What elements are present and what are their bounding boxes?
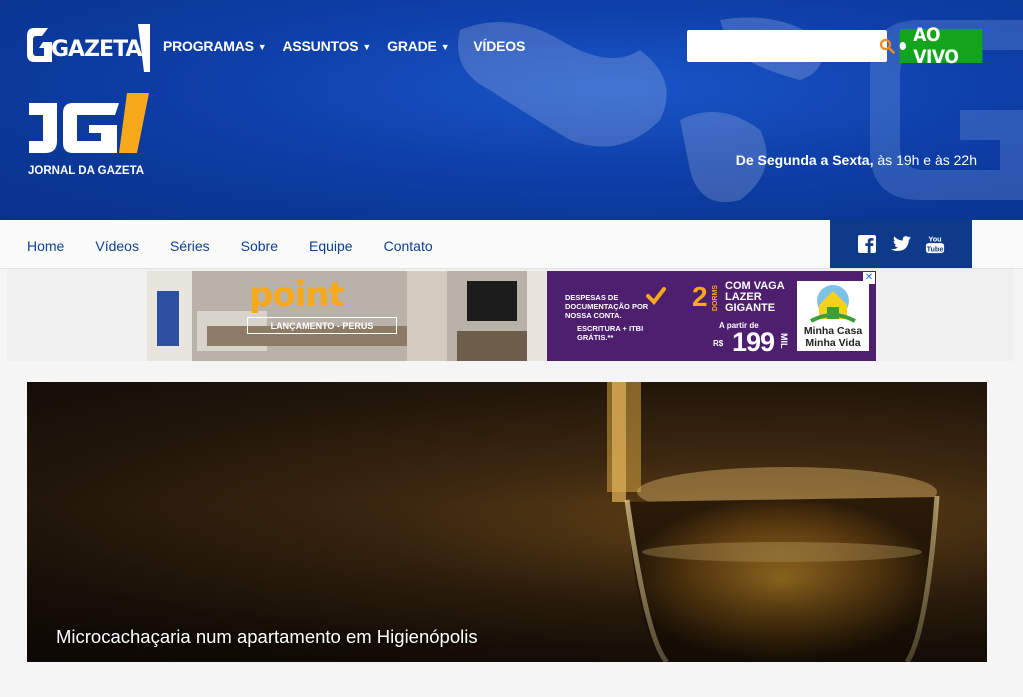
advertisement-banner[interactable]: point LANÇAMENTO - PERUS DESPESAS DE DOC… xyxy=(147,271,876,361)
close-ad-icon[interactable]: ✕ xyxy=(863,272,875,284)
nav-programas[interactable]: PROGRAMAS ▼ xyxy=(163,38,267,54)
ad-launch-label: LANÇAMENTO - PERUS xyxy=(247,317,397,334)
subnav-links: Home Vídeos Séries Sobre Equipe Contato xyxy=(27,238,464,254)
jornal-da-gazeta-logo[interactable]: JORNAL DA GAZETA xyxy=(27,93,149,177)
ad-escritura-text: ESCRITURA + ITBI GRÁTIS.** xyxy=(577,324,644,342)
checkmark-icon xyxy=(646,287,666,306)
twitter-icon[interactable] xyxy=(891,234,911,254)
featured-video-title: Microcachaçaria num apartamento em Higie… xyxy=(56,626,478,647)
social-links: You Tube xyxy=(830,220,972,268)
nav-label: GRADE xyxy=(387,38,437,54)
caret-down-icon: ▼ xyxy=(362,42,372,52)
svg-text:JORNAL DA GAZETA: JORNAL DA GAZETA xyxy=(28,165,144,177)
house-icon xyxy=(810,285,856,323)
nav-label: VÍDEOS xyxy=(473,38,526,54)
subnav-equipe[interactable]: Equipe xyxy=(309,238,353,254)
youtube-icon[interactable]: You Tube xyxy=(925,234,945,254)
featured-video[interactable]: Microcachaçaria num apartamento em Higie… xyxy=(27,382,987,662)
ad-dorms-label: DORMS xyxy=(712,285,719,312)
live-button[interactable]: AO VIVO xyxy=(899,24,983,68)
apartment-photo xyxy=(147,271,597,361)
caret-down-icon: ▼ xyxy=(257,42,267,52)
nav-label: ASSUNTOS xyxy=(282,38,359,54)
subnav-home[interactable]: Home xyxy=(27,238,64,254)
ad-brand: point xyxy=(249,275,345,315)
featured-image xyxy=(27,382,987,662)
nav-assuntos[interactable]: ASSUNTOS ▼ xyxy=(282,38,371,54)
live-dot-icon xyxy=(899,42,907,50)
ad-currency: R$ xyxy=(713,339,724,348)
search-input[interactable] xyxy=(687,30,879,62)
nav-label: PROGRAMAS xyxy=(163,38,254,54)
svg-text:You: You xyxy=(928,234,941,243)
subnav-series[interactable]: Séries xyxy=(170,238,210,254)
subnav-videos[interactable]: Vídeos xyxy=(95,238,139,254)
facebook-icon[interactable] xyxy=(857,234,877,254)
ad-mil: MIL xyxy=(779,333,789,349)
schedule-text: De Segunda a Sexta, às 19h e às 22h xyxy=(736,152,977,168)
subnav-sobre[interactable]: Sobre xyxy=(241,238,278,254)
nav-grade[interactable]: GRADE ▼ xyxy=(387,38,449,54)
search-icon[interactable] xyxy=(879,30,895,62)
subnav-contato[interactable]: Contato xyxy=(384,238,433,254)
caret-down-icon: ▼ xyxy=(440,42,450,52)
ad-dorms-number: 2 xyxy=(692,281,708,312)
ad-price: 199 xyxy=(732,327,775,357)
live-label: AO VIVO xyxy=(913,24,959,68)
ad-program-name: Minha Casa Minha Vida xyxy=(803,325,863,349)
svg-text:GAZETA: GAZETA xyxy=(51,37,142,62)
schedule-days: De Segunda a Sexta, xyxy=(735,152,874,168)
ad-docs-text: DESPESAS DE DOCUMENTAÇÃO POR NOSSA CONTA… xyxy=(565,293,649,320)
search-box xyxy=(687,30,895,62)
svg-text:Tube: Tube xyxy=(927,244,944,253)
gazeta-logo[interactable]: GAZETA xyxy=(26,22,150,72)
ad-vaga-text: COM VAGA LAZER GIGANTE xyxy=(725,280,785,314)
header-hero: GAZETA PROGRAMAS ▼ ASSUNTOS ▼ GRADE ▼ VÍ… xyxy=(0,0,1023,220)
nav-videos[interactable]: VÍDEOS xyxy=(473,38,525,54)
main-nav: PROGRAMAS ▼ ASSUNTOS ▼ GRADE ▼ VÍDEOS xyxy=(163,38,541,54)
schedule-times: às 19h e às 22h xyxy=(873,152,977,168)
